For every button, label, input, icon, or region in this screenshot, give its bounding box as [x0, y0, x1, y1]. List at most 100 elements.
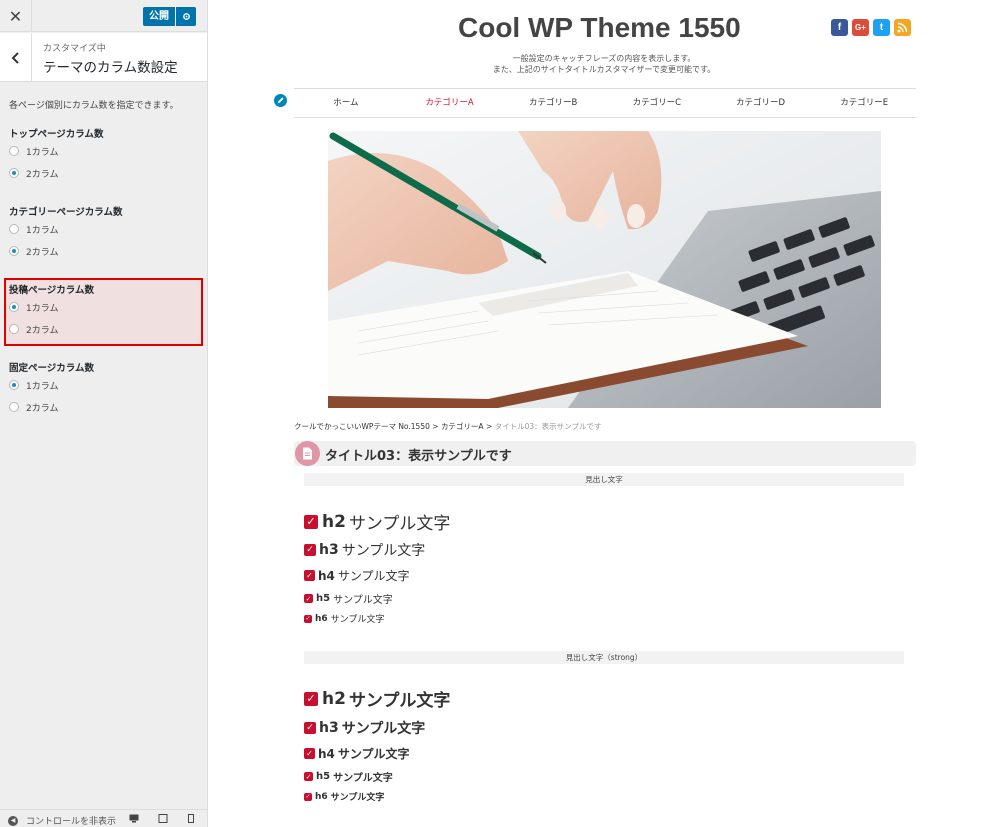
check-icon: ✓ — [304, 570, 315, 581]
strong-heading-h5: ✓ h5 サンプル文字 — [304, 769, 393, 784]
site-title[interactable]: Cool WP Theme 1550 — [458, 12, 741, 44]
nav-item-category-a[interactable]: カテゴリーA — [398, 89, 502, 117]
radio-option[interactable]: 1カラム — [9, 140, 104, 162]
breadcrumb-home[interactable]: クールでかっこいいWPテーマ No.1550 — [294, 422, 430, 431]
radio-option[interactable]: 1カラム — [9, 218, 123, 240]
check-icon: ✓ — [304, 544, 316, 556]
radio-button[interactable] — [9, 224, 19, 234]
mobile-preview-icon[interactable] — [186, 814, 196, 823]
breadcrumb: クールでかっこいいWPテーマ No.1550 > カテゴリーA > タイトル03… — [294, 421, 601, 432]
sample-heading-h3: ✓ h3 サンプル文字 — [304, 540, 425, 560]
group-title: 固定ページカラム数 — [9, 363, 95, 374]
group-title: 投稿ページカラム数 — [9, 285, 95, 296]
strong-heading-h6: ✓ h6 サンプル文字 — [304, 790, 384, 803]
radio-option[interactable]: 2カラム — [9, 162, 104, 184]
group-title: トップページカラム数 — [9, 129, 104, 140]
post-title-bar: タイトル03：表示サンプルです — [294, 441, 916, 466]
heading-tag: h3 — [319, 542, 339, 558]
heading-text: サンプル文字 — [348, 514, 451, 534]
radio-label: 1カラム — [26, 147, 59, 158]
heading-text: サンプル文字 — [341, 543, 426, 559]
nav-item-category-b[interactable]: カテゴリーB — [501, 89, 605, 117]
customizing-label: カスタマイズ中 — [43, 44, 106, 54]
desktop-preview-icon[interactable] — [129, 814, 139, 823]
heading-text: サンプル文字 — [330, 615, 385, 625]
heading-tag: h5 — [316, 593, 331, 604]
document-icon — [295, 441, 320, 466]
twitter-icon[interactable]: t — [873, 19, 890, 36]
hide-controls-label: コントロールを非表示 — [26, 817, 117, 827]
breadcrumb-separator: > — [483, 422, 495, 431]
back-icon[interactable] — [0, 33, 32, 82]
heading-tag: h6 — [315, 613, 328, 624]
radio-option[interactable]: 1カラム — [9, 296, 94, 318]
nav-item-category-e[interactable]: カテゴリーE — [812, 89, 916, 117]
publish-controls: 公開 — [143, 7, 196, 26]
post-page-columns-group: 投稿ページカラム数 1カラム 2カラム — [9, 282, 94, 340]
heading-text: サンプル文字 — [341, 721, 426, 737]
radio-button[interactable] — [9, 324, 19, 334]
google-plus-icon[interactable]: G+ — [852, 19, 869, 36]
tablet-preview-icon[interactable] — [158, 814, 168, 823]
publish-button[interactable]: 公開 — [143, 7, 175, 26]
heading-tag: h4 — [318, 568, 335, 583]
radio-button[interactable] — [9, 246, 19, 256]
strong-heading-h3: ✓ h3 サンプル文字 — [304, 718, 425, 738]
heading-text: サンプル文字 — [337, 747, 410, 761]
heading-text: サンプル文字 — [333, 773, 393, 784]
radio-button[interactable] — [9, 168, 19, 178]
hide-controls-button[interactable]: ◀ コントロールを非表示 — [8, 814, 116, 827]
strong-headings-label: 見出し文字（strong） — [304, 651, 904, 664]
radio-option[interactable]: 1カラム — [9, 374, 94, 396]
strong-heading-h2: ✓ h2 サンプル文字 — [304, 686, 450, 711]
radio-button[interactable] — [9, 302, 19, 312]
check-icon: ✓ — [304, 748, 315, 759]
customizer-top-bar: ✕ 公開 — [0, 0, 207, 32]
headings-label: 見出し文字 — [304, 473, 904, 486]
heading-tag: h2 — [322, 688, 346, 709]
radio-button[interactable] — [9, 146, 19, 156]
breadcrumb-separator: > — [429, 422, 441, 431]
customizer-sidebar: ✕ 公開 カスタマイズ中 テーマのカラム数設定 各ページ個別にカラム数を指定でき… — [0, 0, 208, 827]
radio-button[interactable] — [9, 380, 19, 390]
check-icon: ✓ — [304, 514, 318, 529]
check-icon: ✓ — [304, 594, 313, 603]
tagline-line-1: 一般設定のキャッチフレーズの内容を表示します。 — [512, 54, 696, 63]
group-title: カテゴリーページカラム数 — [9, 207, 123, 218]
tagline-line-2: また、上記のサイトタイトルカスタマイザーで変更可能です。 — [492, 65, 716, 74]
close-icon[interactable]: ✕ — [0, 0, 32, 32]
collapse-icon: ◀ — [8, 815, 18, 826]
top-page-columns-group: トップページカラム数 1カラム 2カラム — [9, 126, 104, 184]
sample-heading-h5: ✓ h5 サンプル文字 — [304, 591, 393, 606]
heading-tag: h5 — [316, 771, 331, 782]
heading-tag: h3 — [319, 720, 339, 736]
nav-item-category-c[interactable]: カテゴリーC — [605, 89, 709, 117]
nav-item-category-d[interactable]: カテゴリーD — [709, 89, 813, 117]
sample-heading-h4: ✓ h4 サンプル文字 — [304, 567, 410, 584]
section-title: テーマのカラム数設定 — [43, 60, 178, 76]
site-preview: Cool WP Theme 1550 一般設定のキャッチフレーズの内容を表示しま… — [208, 0, 1000, 827]
strong-heading-h4: ✓ h4 サンプル文字 — [304, 745, 410, 762]
radio-option[interactable]: 2カラム — [9, 318, 94, 340]
section-header: カスタマイズ中 テーマのカラム数設定 — [0, 33, 207, 82]
radio-option[interactable]: 2カラム — [9, 240, 123, 262]
radio-label: 2カラム — [26, 403, 59, 414]
heading-text: サンプル文字 — [337, 569, 410, 583]
check-icon: ✓ — [304, 691, 318, 706]
edit-shortcut-pencil-icon[interactable] — [272, 92, 289, 109]
radio-label: 2カラム — [26, 169, 59, 180]
breadcrumb-category[interactable]: カテゴリーA — [441, 422, 484, 431]
nav-item-home[interactable]: ホーム — [294, 89, 398, 117]
radio-button[interactable] — [9, 402, 19, 412]
check-icon: ✓ — [304, 772, 313, 781]
radio-option[interactable]: 2カラム — [9, 396, 94, 418]
gear-icon[interactable] — [176, 7, 196, 26]
facebook-icon[interactable]: f — [831, 19, 848, 36]
check-icon: ✓ — [304, 722, 316, 734]
breadcrumb-current: タイトル03：表示サンプルです — [494, 422, 602, 431]
radio-label: 1カラム — [26, 381, 59, 392]
rss-icon[interactable] — [894, 19, 911, 36]
category-page-columns-group: カテゴリーページカラム数 1カラム 2カラム — [9, 204, 123, 262]
sample-heading-h6: ✓ h6 サンプル文字 — [304, 612, 384, 625]
radio-label: 1カラム — [26, 225, 59, 236]
